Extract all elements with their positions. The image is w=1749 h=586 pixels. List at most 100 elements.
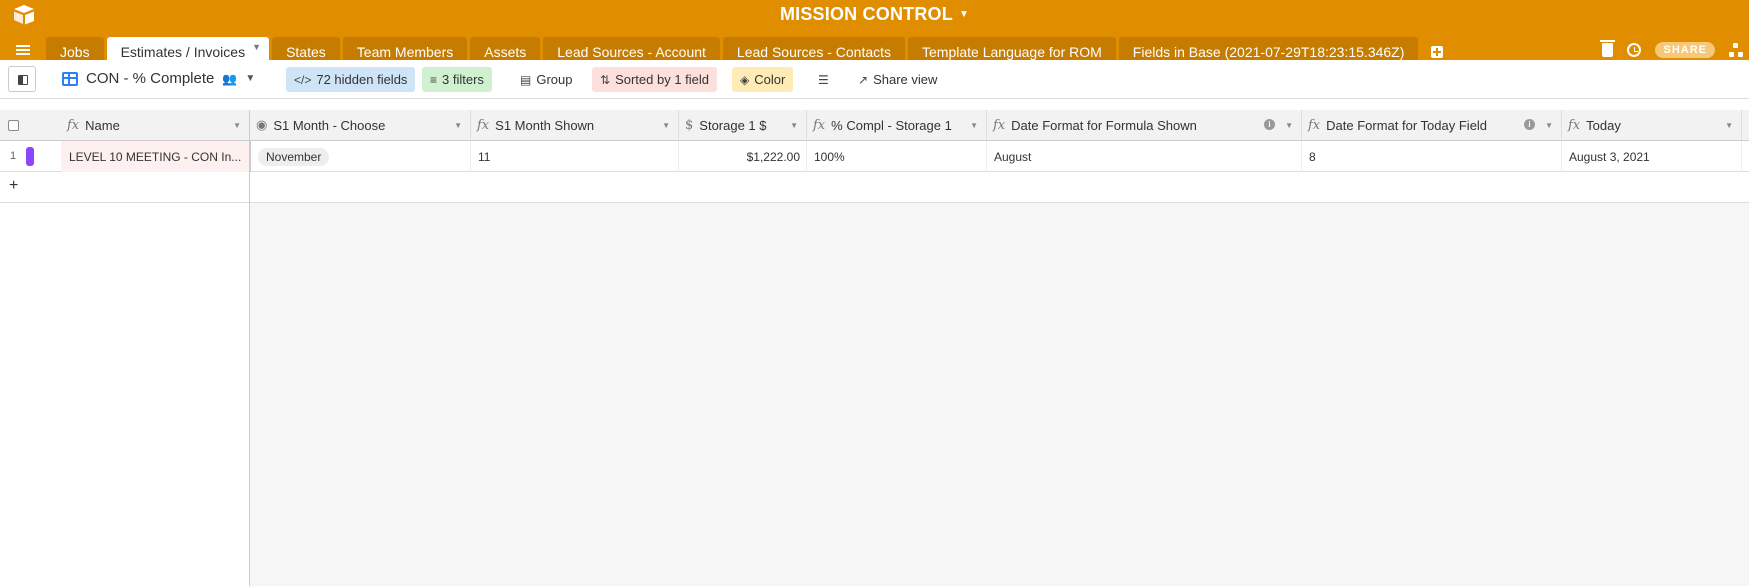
row-height-icon: ☰ [818, 72, 829, 87]
chevron-down-icon[interactable]: ▼ [454, 121, 462, 130]
table-row[interactable]: 1 LEVEL 10 MEETING - CON In... November … [0, 141, 1749, 172]
sort-icon: ⇅ [600, 72, 611, 87]
group-label: Group [536, 72, 573, 87]
color-button[interactable]: ◈ Color [732, 67, 794, 92]
chevron-down-icon[interactable]: ▼ [1545, 121, 1553, 130]
row-color-indicator [26, 147, 34, 166]
add-table-icon[interactable] [1431, 46, 1444, 58]
add-record-row[interactable]: + [0, 172, 1749, 203]
tab-label: Team Members [356, 44, 454, 60]
cell-today[interactable]: August 3, 2021 [1562, 141, 1742, 172]
sidebar-toggle-button[interactable] [8, 66, 36, 92]
column-header-pct-compl-storage-1[interactable]: fx % Compl - Storage 1 ▼ [807, 110, 987, 141]
formula-icon: fx [993, 118, 1006, 133]
filters-label: 3 filters [442, 72, 484, 87]
row-number: 1 [10, 150, 17, 162]
formula-icon: fx [1308, 118, 1321, 133]
tab-label: Template Language for ROM [922, 44, 1102, 60]
info-icon[interactable]: i [1264, 119, 1275, 130]
grid-view-icon [62, 71, 78, 86]
share-view-button[interactable]: ↗ Share view [850, 67, 945, 92]
header-tools: SHARE [1600, 40, 1749, 58]
chevron-down-icon[interactable]: ▼ [1725, 121, 1733, 130]
column-label: S1 Month - Choose [273, 118, 386, 133]
chevron-down-icon[interactable]: ▼ [1285, 121, 1293, 130]
external-link-icon: ↗ [858, 72, 869, 87]
trash-icon[interactable] [1600, 40, 1616, 57]
cell-date-format-formula[interactable]: August [987, 141, 1302, 172]
chevron-down-icon[interactable]: ▼ [662, 121, 670, 130]
filter-icon: ≡ [430, 72, 438, 87]
data-grid: fx Name ▼ ◉ S1 Month - Choose ▼ fx S1 Month S… [0, 110, 1749, 586]
group-button[interactable]: ▤ Group [512, 67, 580, 92]
cell-date-format-today[interactable]: 8 [1302, 141, 1562, 172]
chevron-down-icon: ▼ [245, 73, 256, 84]
view-name-label: CON - % Complete [86, 70, 215, 87]
group-icon: ▤ [520, 72, 532, 87]
left-pane-background [0, 203, 249, 586]
app-header: MISSION CONTROL ▼ Jobs Estimates / Invoic… [0, 0, 1749, 67]
collaborative-view-icon: 👥 [222, 71, 238, 86]
currency-icon: $ [685, 118, 694, 133]
cell-storage-1[interactable]: $1,222.00 [679, 141, 807, 172]
hidden-fields-label: 72 hidden fields [316, 72, 408, 87]
column-label: Today [1586, 118, 1621, 133]
grid-empty-area [250, 203, 1749, 586]
chevron-down-icon[interactable]: ▼ [970, 121, 978, 130]
column-header-storage-1[interactable]: $ Storage 1 $ ▼ [679, 110, 807, 141]
column-label: % Compl - Storage 1 [831, 118, 952, 133]
column-header-name[interactable]: fx Name ▼ [61, 110, 250, 141]
hidden-fields-button[interactable]: </> 72 hidden fields [286, 67, 416, 92]
tab-label: Jobs [60, 44, 90, 60]
formula-icon: fx [67, 118, 80, 133]
paint-bucket-icon: ◈ [740, 72, 750, 87]
select-option-pill: November [258, 147, 330, 166]
row-height-button[interactable]: ☰ [810, 67, 837, 92]
base-title[interactable]: MISSION CONTROL ▼ [0, 4, 1749, 25]
cell-s1-month-choose[interactable]: November [250, 141, 471, 172]
column-label: Storage 1 $ [699, 118, 767, 133]
sort-label: Sorted by 1 field [615, 72, 710, 87]
tab-label: Fields in Base (2021-07-29T18:23:15.346Z… [1132, 44, 1405, 60]
chevron-down-icon: ▼ [958, 9, 970, 20]
add-record-icon[interactable]: + [9, 177, 18, 195]
pane-divider [249, 172, 250, 203]
tab-label: Assets [484, 44, 527, 60]
column-label: Date Format for Formula Shown [1011, 118, 1197, 133]
history-icon[interactable] [1627, 43, 1642, 57]
tab-label: States [286, 44, 326, 60]
tab-label: Estimates / Invoices [120, 44, 246, 60]
formula-icon: fx [1568, 118, 1581, 133]
formula-icon: fx [813, 118, 826, 133]
view-switcher[interactable]: CON - % Complete 👥 ▼ [62, 70, 255, 87]
share-button[interactable]: SHARE [1655, 42, 1715, 58]
tab-label: Lead Sources - Contacts [736, 44, 892, 60]
cell-pct-compl-storage-1[interactable]: 100% [807, 141, 987, 172]
color-label: Color [754, 72, 786, 87]
column-label: Name [85, 118, 120, 133]
chevron-down-icon[interactable]: ▼ [790, 121, 798, 130]
base-title-label: MISSION CONTROL [779, 4, 953, 24]
column-header-today[interactable]: fx Today ▼ [1562, 110, 1742, 141]
cell-s1-month-shown[interactable]: 11 [471, 141, 679, 172]
column-label: S1 Month Shown [495, 118, 595, 133]
chevron-down-icon[interactable]: ▼ [252, 42, 261, 52]
menu-icon[interactable] [16, 45, 30, 55]
sort-button[interactable]: ⇅ Sorted by 1 field [592, 67, 718, 92]
column-header-date-format-today[interactable]: fx Date Format for Today Field i ▼ [1302, 110, 1562, 141]
hide-fields-icon: </> [294, 72, 312, 87]
chevron-down-icon[interactable]: ▼ [233, 121, 241, 130]
base-schema-icon[interactable] [1729, 43, 1743, 57]
tab-label: Lead Sources - Account [557, 44, 706, 60]
share-view-label: Share view [873, 72, 938, 87]
column-header-s1-month-shown[interactable]: fx S1 Month Shown ▼ [471, 110, 679, 141]
select-all-checkbox[interactable] [8, 120, 19, 131]
column-header-date-format-formula[interactable]: fx Date Format for Formula Shown i ▼ [987, 110, 1302, 141]
cell-name[interactable]: LEVEL 10 MEETING - CON In... [61, 141, 249, 172]
single-select-icon: ◉ [256, 118, 268, 133]
column-header-s1-month-choose[interactable]: ◉ S1 Month - Choose ▼ [250, 110, 471, 141]
column-header-row: fx Name ▼ ◉ S1 Month - Choose ▼ fx S1 Month S… [0, 110, 1749, 141]
filters-button[interactable]: ≡ 3 filters [422, 67, 492, 92]
info-icon[interactable]: i [1524, 119, 1535, 130]
view-toolbar: CON - % Complete 👥 ▼ </> 72 hidden fields… [0, 60, 1749, 99]
